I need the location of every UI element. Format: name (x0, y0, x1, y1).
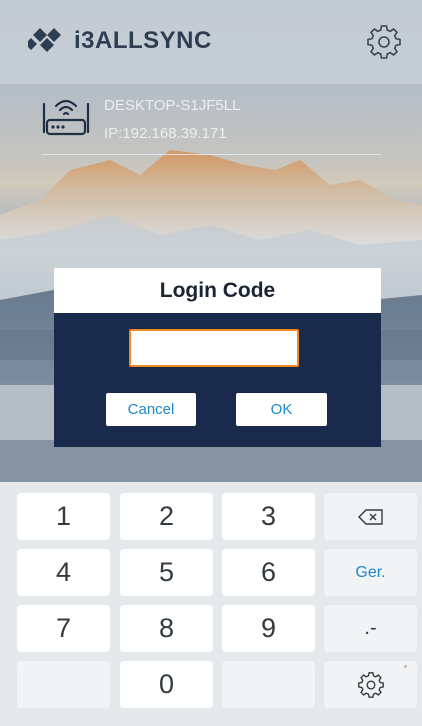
brand-logo-icon (28, 28, 61, 52)
device-divider (42, 154, 381, 155)
key-5[interactable]: 5 (120, 549, 213, 596)
key-9[interactable]: 9 (222, 605, 315, 652)
backspace-icon (357, 508, 383, 525)
key-8[interactable]: 8 (120, 605, 213, 652)
blank-key-left[interactable] (17, 661, 110, 708)
go-key-label: Ger. (355, 563, 386, 581)
key-2[interactable]: 2 (120, 493, 213, 540)
app-header: i3ALLSYNC (0, 0, 422, 84)
backspace-key[interactable] (324, 493, 417, 540)
gear-icon (357, 671, 384, 698)
key-4[interactable]: 4 (17, 549, 110, 596)
brand-name: i3ALLSYNC (74, 27, 212, 54)
go-key[interactable]: Ger. (324, 549, 417, 596)
key-6[interactable]: 6 (222, 549, 315, 596)
key-0[interactable]: 0 (120, 661, 213, 708)
blank-key-right[interactable] (222, 661, 315, 708)
ok-button[interactable]: OK (236, 393, 327, 426)
dot-dash-key-label: .- (364, 617, 377, 639)
key-7[interactable]: 7 (17, 605, 110, 652)
device-name: DESKTOP-S1JF5LL (104, 97, 241, 114)
cancel-button[interactable]: Cancel (106, 393, 196, 426)
dot-dash-key[interactable]: .- (324, 605, 417, 652)
router-icon (42, 99, 90, 136)
login-code-input[interactable] (129, 329, 299, 367)
key-1[interactable]: 1 (17, 493, 110, 540)
settings-indicator-dot (404, 665, 407, 668)
key-3[interactable]: 3 (222, 493, 315, 540)
settings-gear-icon[interactable] (367, 25, 401, 59)
dialog-title: Login Code (54, 268, 381, 313)
device-ip: IP:192.168.39.171 (104, 125, 227, 142)
login-code-dialog: Login Code Cancel OK (54, 268, 381, 447)
keyboard-settings-key[interactable] (324, 661, 417, 708)
